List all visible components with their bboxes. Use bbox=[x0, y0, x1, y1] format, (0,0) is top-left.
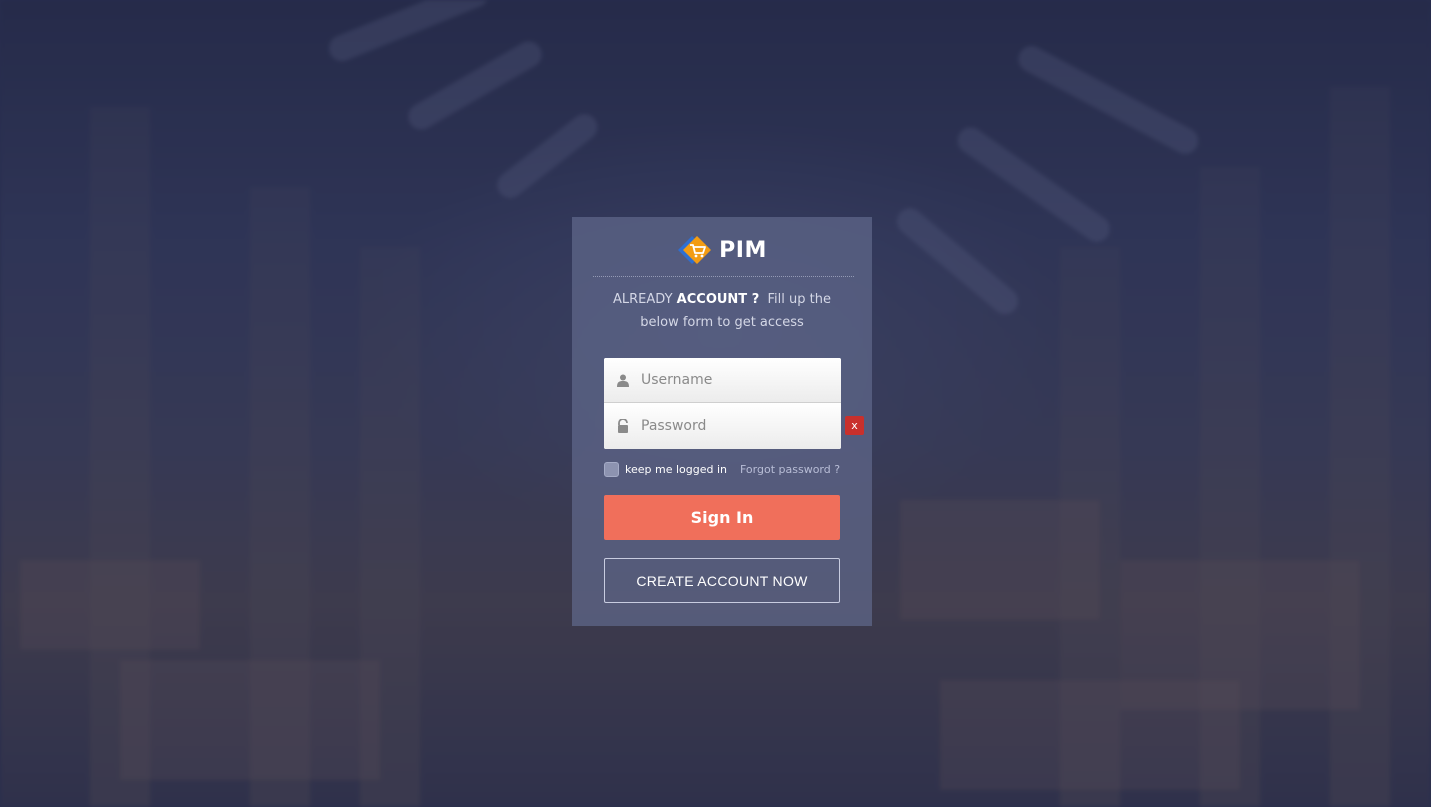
password-row bbox=[604, 403, 841, 449]
forgot-password-link[interactable]: Forgot password ? bbox=[740, 463, 840, 476]
tagline-lead: ALREADY bbox=[613, 292, 673, 307]
brand-name: PIM bbox=[719, 237, 767, 263]
unlock-icon bbox=[604, 419, 641, 433]
shopping-cart-diamond-logo-icon bbox=[678, 236, 712, 264]
credentials-group bbox=[604, 358, 841, 449]
user-icon bbox=[604, 374, 641, 387]
create-account-button[interactable]: CREATE ACCOUNT NOW bbox=[604, 558, 840, 603]
login-card: PIM ALREADY ACCOUNT ? Fill up the below … bbox=[572, 217, 872, 626]
username-input[interactable] bbox=[641, 372, 831, 388]
divider bbox=[593, 276, 854, 277]
brand: PIM bbox=[572, 235, 872, 265]
username-row bbox=[604, 358, 841, 403]
remember-label: keep me logged in bbox=[625, 463, 727, 476]
clear-password-button[interactable]: x bbox=[845, 416, 864, 435]
tagline-emphasis: ACCOUNT ? bbox=[676, 292, 760, 307]
remember-me[interactable]: keep me logged in bbox=[604, 462, 727, 477]
remember-checkbox[interactable] bbox=[604, 462, 619, 477]
password-input[interactable] bbox=[641, 418, 831, 434]
sign-in-button[interactable]: Sign In bbox=[604, 495, 840, 540]
tagline: ALREADY ACCOUNT ? Fill up the below form… bbox=[602, 288, 842, 334]
